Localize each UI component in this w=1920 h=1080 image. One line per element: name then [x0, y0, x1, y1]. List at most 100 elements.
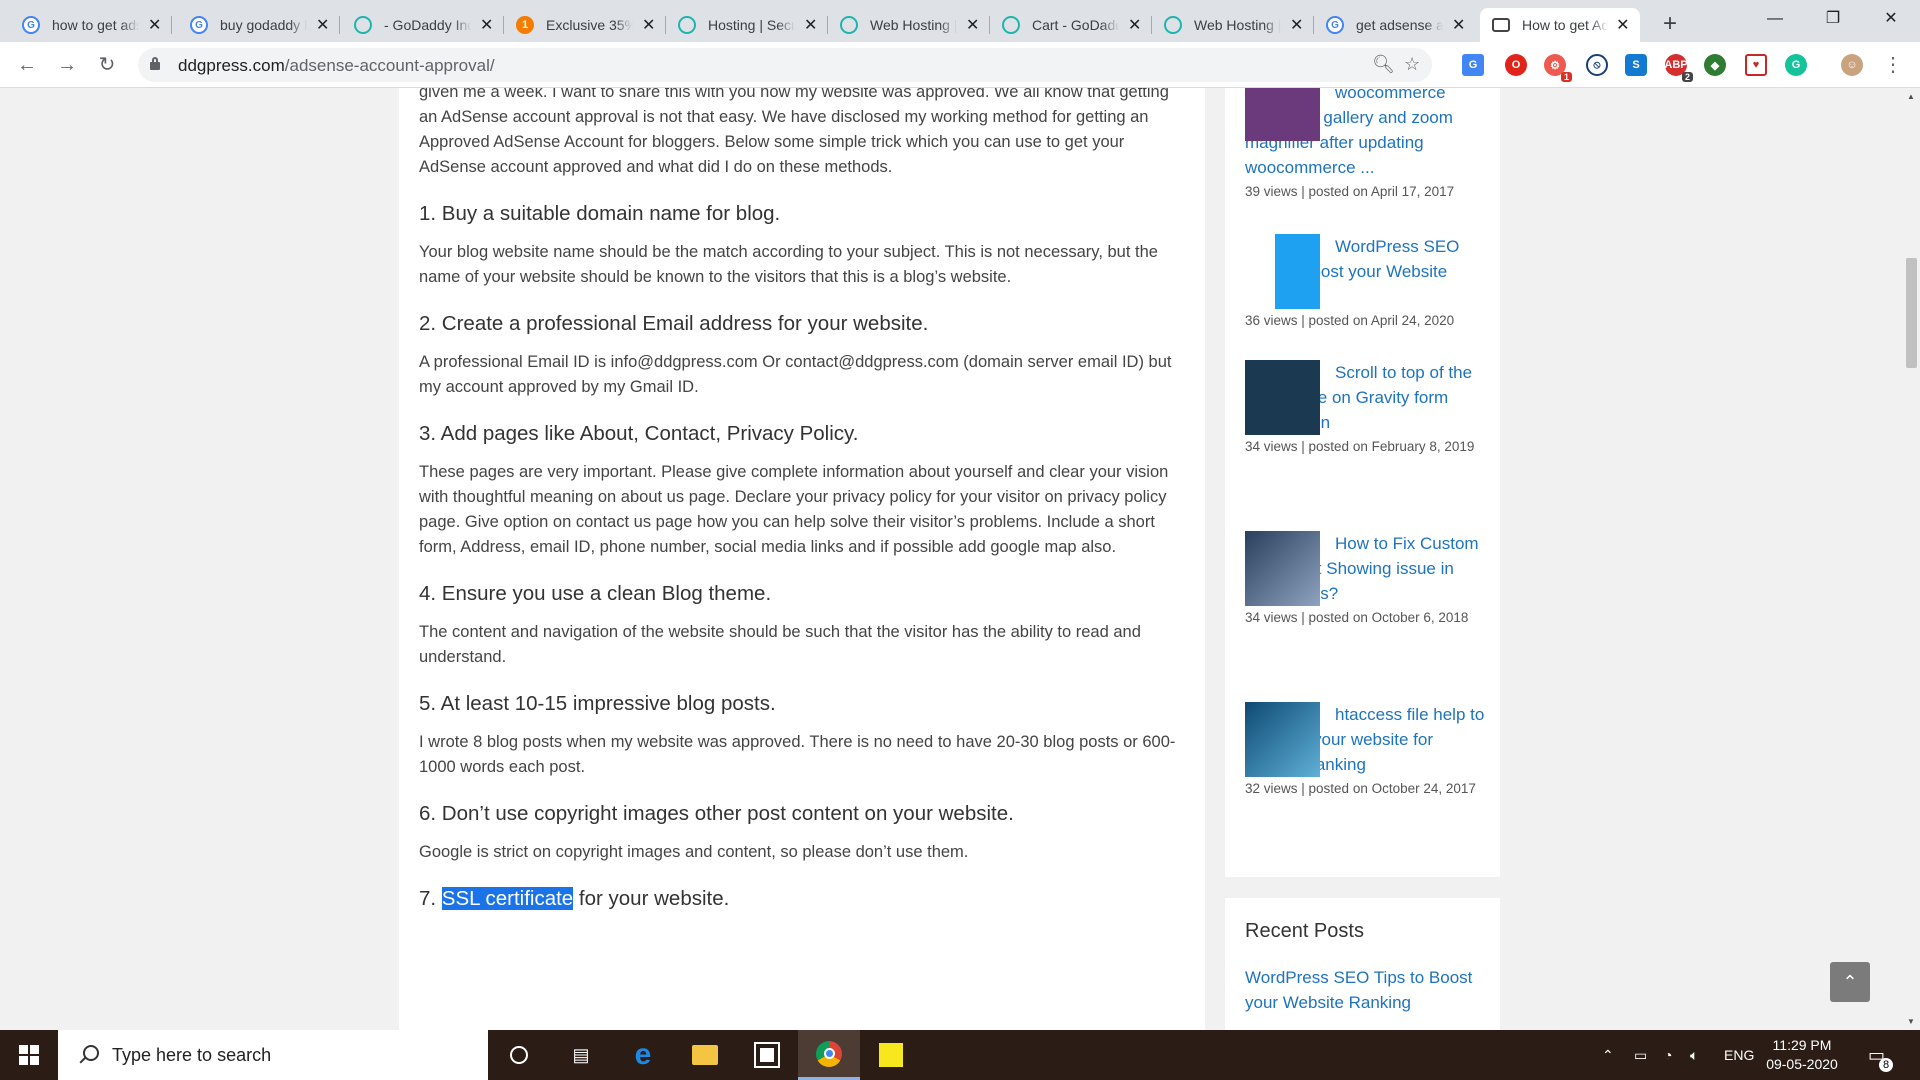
start-button[interactable]: [0, 1030, 58, 1080]
post-thumbnail[interactable]: [1245, 234, 1320, 309]
adblock-extension-icon[interactable]: ABP 2: [1664, 54, 1693, 82]
tab-title: Cart - GoDaddy: [1032, 17, 1120, 33]
search-placeholder: Type here to search: [112, 1044, 272, 1065]
sidebar-post[interactable]: Scroll to top of the page issue on Gravi…: [1245, 360, 1485, 457]
task-view-icon[interactable]: ▤: [550, 1030, 612, 1080]
tab-title: How to get AdSense: [1522, 17, 1608, 33]
recent-post-link[interactable]: WordPress SEO Tips to Boost your Website…: [1245, 965, 1480, 1015]
post-meta: 32 views | posted on October 24, 2017: [1245, 781, 1476, 796]
page-viewport: given me a week. I want to share this wi…: [0, 88, 1903, 1030]
sticky-notes-icon[interactable]: [860, 1030, 922, 1080]
scrollbar-thumb[interactable]: [1906, 258, 1917, 368]
cortana-icon[interactable]: [488, 1030, 550, 1080]
skype-extension-icon[interactable]: S: [1625, 54, 1647, 76]
page-icon: [1492, 18, 1510, 32]
offer-icon: 1: [516, 16, 534, 34]
sidebar-popular-posts: woocommerce thumbnail gallery and zoom m…: [1225, 88, 1500, 877]
close-icon[interactable]: ✕: [1616, 15, 1630, 35]
file-explorer-icon[interactable]: [674, 1030, 736, 1080]
opera-extension-icon[interactable]: O: [1505, 54, 1527, 76]
blocker-extension-icon[interactable]: ⦸: [1586, 54, 1608, 76]
tray-chevron-icon[interactable]: ⌃: [1602, 1030, 1614, 1080]
scroll-up-arrow[interactable]: ▲: [1907, 92, 1915, 101]
wifi-icon[interactable]: ◔: [1664, 1030, 1672, 1080]
reload-button[interactable]: ↻: [92, 50, 122, 80]
sidebar-post[interactable]: woocommerce thumbnail gallery and zoom m…: [1245, 88, 1485, 202]
selected-text[interactable]: SSL certificate: [441, 887, 574, 910]
post-thumbnail[interactable]: [1245, 702, 1320, 777]
godaddy-icon: [1164, 16, 1182, 34]
url-domain: ddgpress.com: [178, 56, 285, 75]
taskbar-search-box[interactable]: Type here to search: [58, 1030, 488, 1080]
forward-button[interactable]: →: [52, 50, 82, 80]
extension-icon[interactable]: ⚙ 1: [1544, 54, 1572, 82]
clock-date: 09-05-2020: [1766, 1056, 1838, 1072]
page-scrollbar[interactable]: ▲ ▼: [1903, 88, 1920, 1030]
post-thumbnail[interactable]: [1245, 88, 1320, 141]
tab-7[interactable]: Web Hosting | Fast ✕: [1152, 8, 1314, 42]
post-thumbnail[interactable]: [1245, 531, 1320, 606]
tab-title: - GoDaddy India: [384, 17, 472, 33]
close-window-button[interactable]: ✕: [1868, 4, 1914, 34]
bookmark-star-icon[interactable]: ☆: [1404, 54, 1420, 75]
pocket-extension-icon[interactable]: ♥: [1745, 54, 1767, 76]
sidebar-post[interactable]: WordPress SEO Tips to Boost your Website…: [1245, 234, 1485, 331]
section-heading: 3. Add pages like About, Contact, Privac…: [419, 422, 859, 445]
post-thumbnail[interactable]: [1245, 360, 1320, 435]
sidebar-post[interactable]: How to Fix Custom Fields Not Showing iss…: [1245, 531, 1485, 628]
tab-2[interactable]: - GoDaddy India ✕: [342, 8, 504, 42]
tab-9-active[interactable]: How to get AdSense ✕: [1480, 8, 1640, 42]
language-indicator[interactable]: ENG: [1724, 1030, 1754, 1080]
minimize-button[interactable]: —: [1752, 4, 1798, 34]
volume-icon[interactable]: 🔈︎: [1690, 1030, 1698, 1080]
grammarly-extension-icon[interactable]: G: [1785, 54, 1807, 76]
back-to-top-button[interactable]: ⌃: [1830, 962, 1870, 1002]
close-icon[interactable]: ✕: [803, 15, 818, 35]
battery-icon[interactable]: ▭: [1634, 1030, 1647, 1080]
google-icon: G: [190, 16, 208, 34]
clock[interactable]: 11:29 PM 09-05-2020: [1762, 1036, 1842, 1074]
close-icon[interactable]: ✕: [147, 15, 162, 35]
heading-suffix: for your website.: [573, 887, 730, 910]
tab-4[interactable]: Hosting | Secure ✕: [666, 8, 828, 42]
tab-title: Web Hosting | Fast: [870, 17, 958, 33]
sidebar-post[interactable]: htaccess file help to optimize your webs…: [1245, 702, 1485, 799]
post-meta: 34 views | posted on October 6, 2018: [1245, 610, 1469, 625]
close-icon[interactable]: ✕: [1127, 15, 1142, 35]
tab-6[interactable]: Cart - GoDaddy ✕: [990, 8, 1152, 42]
notification-center-icon[interactable]: ▭ 8: [1868, 1030, 1894, 1080]
translate-extension-icon[interactable]: G: [1462, 54, 1484, 76]
google-icon: G: [22, 16, 40, 34]
close-icon[interactable]: ✕: [315, 15, 330, 35]
new-tab-button[interactable]: +: [1656, 10, 1684, 38]
tab-title: Hosting | Secure: [708, 17, 796, 33]
close-icon[interactable]: ✕: [1451, 15, 1466, 35]
address-bar[interactable]: ddgpress.com/adsense-account-approval/ 🔍…: [138, 48, 1432, 82]
search-icon: [78, 1045, 99, 1065]
chrome-icon[interactable]: [798, 1030, 860, 1080]
globe-extension-icon[interactable]: ◆: [1704, 54, 1726, 76]
tab-0[interactable]: G how to get adsense ✕: [10, 8, 172, 42]
url-text[interactable]: ddgpress.com/adsense-account-approval/: [178, 56, 495, 76]
back-button[interactable]: ←: [12, 50, 42, 80]
close-icon[interactable]: ✕: [965, 15, 980, 35]
tab-3[interactable]: 1 Exclusive 35% off ✕: [504, 8, 666, 42]
avatar[interactable]: ☺: [1841, 54, 1863, 76]
scroll-down-arrow[interactable]: ▼: [1907, 1017, 1915, 1026]
close-icon[interactable]: ✕: [479, 15, 494, 35]
tab-1[interactable]: G buy godaddy hosting ✕: [178, 8, 340, 42]
tab-5[interactable]: Web Hosting | Fast ✕: [828, 8, 990, 42]
tab-8[interactable]: G get adsense approval ✕: [1314, 8, 1476, 42]
maximize-button[interactable]: ❐: [1810, 4, 1856, 34]
close-icon[interactable]: ✕: [641, 15, 656, 35]
windows-taskbar: Type here to search ▤ e ⌃ ▭ ◔ 🔈︎ ENG 11:…: [0, 1030, 1920, 1080]
store-icon[interactable]: [736, 1030, 798, 1080]
menu-icon[interactable]: ⋮: [1878, 50, 1908, 80]
ssl-section-heading: 7. SSL certificate for your website.: [419, 885, 1185, 913]
zoom-icon[interactable]: 🔍︎: [1372, 54, 1395, 75]
edge-icon[interactable]: e: [612, 1030, 674, 1080]
section-body: These pages are very important. Please g…: [419, 463, 1169, 556]
close-icon[interactable]: ✕: [1289, 15, 1304, 35]
post-meta: 34 views | posted on February 8, 2019: [1245, 439, 1475, 454]
browser-toolbar: ← → ↻ ddgpress.com/adsense-account-appro…: [0, 42, 1920, 88]
